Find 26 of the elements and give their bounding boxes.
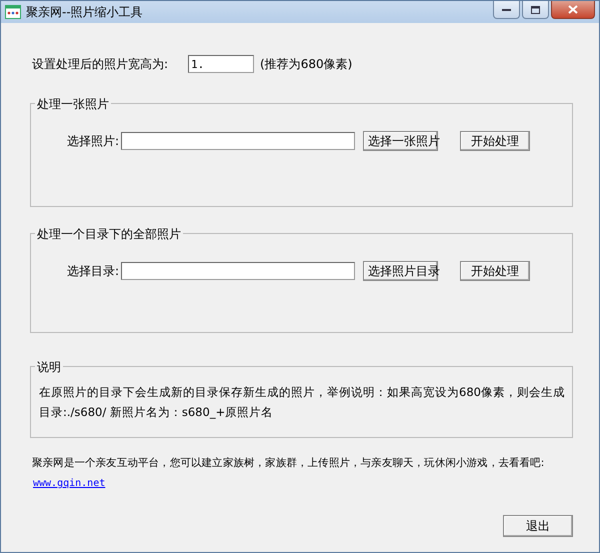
action-button[interactable]: 选择照片目录 [363, 261, 438, 281]
maximize-icon [531, 6, 540, 14]
promo-text: 聚亲网是一个亲友互动平台，您可以建立家族树，家族群，上传照片，与亲友聊天，玩休闲小游戏，去看看吧: [32, 456, 544, 470]
group-title: 处理一张照片 [35, 96, 111, 113]
action-button[interactable]: 开始处理 [460, 131, 530, 151]
website-link[interactable]: www.gqin.net [33, 478, 106, 489]
app-icon [5, 5, 21, 19]
close-button[interactable] [551, 1, 595, 19]
description-text: 在原照片的目录下会生成新的目录保存新生成的照片，举例说明：如果高宽设为680像素，则会生成目录:./s680/ 新照片名为：s680_+原照片名 [39, 384, 566, 421]
size-hint: (推荐为680像素) [260, 56, 352, 72]
size-label: 设置处理后的照片宽高为: [32, 56, 168, 72]
action-button[interactable]: 开始处理 [460, 261, 530, 281]
close-icon [568, 5, 578, 14]
exit-button[interactable]: 退出 [503, 515, 573, 537]
field-label: 选择照片: [67, 132, 120, 150]
minimize-icon [502, 8, 511, 12]
group-title: 处理一个目录下的全部照片 [35, 226, 183, 243]
field-label: 选择目录: [67, 262, 120, 280]
action-button[interactable]: 选择一张照片 [363, 131, 438, 151]
maximize-button[interactable] [522, 1, 549, 19]
path-field[interactable] [121, 262, 356, 280]
path-field[interactable] [121, 132, 356, 150]
group-title: 说明 [35, 359, 63, 376]
window-title: 聚亲网--照片缩小工具 [26, 4, 144, 20]
minimize-button[interactable] [493, 1, 520, 19]
size-field[interactable]: 1. [188, 55, 254, 73]
